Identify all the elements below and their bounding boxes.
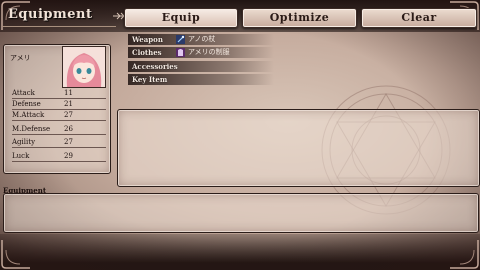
corner-ornament-bottom-left: [1, 240, 30, 269]
stat-label: Agility: [12, 138, 36, 146]
actor-name: アメリ: [10, 54, 31, 62]
corner-ornament-bottom-right: [450, 240, 479, 269]
stat-value: 21: [64, 100, 73, 108]
stat-label: M.Defense: [12, 125, 51, 133]
slot-item-name: アメリの制服: [188, 48, 230, 56]
slot-accessories[interactable]: Accessories: [128, 61, 274, 72]
help-panel: [3, 193, 479, 233]
slot-type-label: Clothes: [132, 48, 162, 57]
clothes-icon: [176, 48, 185, 57]
equip-button[interactable]: Equip: [124, 8, 238, 28]
stat-m-attack: M.Attack 27: [12, 110, 106, 121]
stat-defense: Defense 21: [12, 99, 106, 110]
actor-portrait: [62, 46, 106, 88]
stat-m-defense: M.Defense 26: [12, 124, 106, 135]
stat-attack: Attack 11: [12, 88, 106, 99]
stat-label: Luck: [12, 152, 30, 160]
slot-type-label: Weapon: [132, 35, 163, 44]
stat-value: 27: [64, 111, 73, 119]
bottom-frame: [0, 234, 480, 270]
slot-item-name: アノの杖: [188, 35, 216, 43]
stat-agility: Agility 27: [12, 137, 106, 148]
clear-button[interactable]: Clear: [361, 8, 477, 28]
stat-value: 26: [64, 125, 73, 133]
slot-clothes[interactable]: Clothes アメリの制服: [128, 47, 274, 58]
slot-type-label: Key Item: [132, 75, 168, 84]
stat-label: Defense: [12, 100, 41, 108]
stat-label: M.Attack: [12, 111, 45, 119]
item-list-panel[interactable]: [117, 109, 480, 187]
stat-value: 27: [64, 138, 73, 146]
slot-weapon[interactable]: Weapon アノの杖: [128, 34, 274, 45]
window-title: Equipment: [2, 4, 116, 27]
optimize-button[interactable]: Optimize: [242, 8, 357, 28]
stat-label: Attack: [12, 89, 35, 97]
staff-icon: [176, 35, 185, 44]
stat-luck: Luck 29: [12, 151, 106, 162]
slot-key-item[interactable]: Key Item: [128, 74, 274, 85]
stat-value: 11: [64, 89, 73, 97]
slot-type-label: Accessories: [132, 62, 178, 71]
stat-value: 29: [64, 152, 73, 160]
